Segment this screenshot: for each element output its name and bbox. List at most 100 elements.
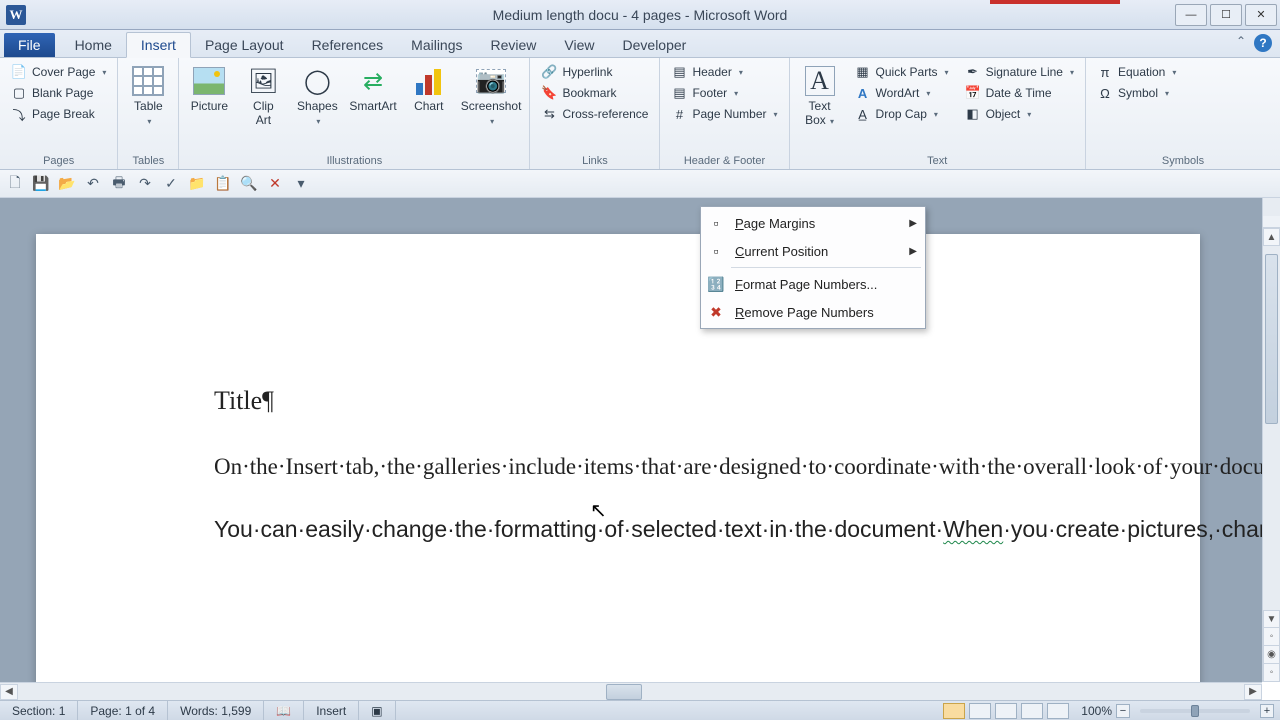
smartart-button[interactable]: ⇄SmartArt [349, 62, 396, 114]
status-page[interactable]: Page: 1 of 4 [78, 701, 168, 720]
page-break-button[interactable]: ⤵Page Break [8, 104, 109, 124]
scroll-up-button[interactable]: ▲ [1263, 228, 1280, 246]
scroll-down-button[interactable]: ▼ [1263, 610, 1280, 628]
horizontal-scrollbar[interactable]: ◀ ▶ [0, 682, 1262, 700]
open-icon[interactable]: 📂 [58, 175, 76, 193]
document-paragraph[interactable]: You·can·easily·change·the·formatting·of·… [214, 512, 1030, 547]
vertical-scrollbar[interactable]: ▲ ▼ ◦ ◉ ◦ [1262, 198, 1280, 682]
grammar-error[interactable]: When [943, 516, 1003, 542]
save-icon[interactable]: 💾 [32, 175, 50, 193]
zoom-in-button[interactable]: + [1260, 704, 1274, 718]
tab-references[interactable]: References [298, 33, 398, 57]
menu-current-position[interactable]: ▫Current Position▶ [701, 237, 925, 265]
scroll-left-button[interactable]: ◀ [0, 684, 18, 700]
hyperlink-button[interactable]: 🔗Hyperlink [538, 62, 651, 82]
equation-button[interactable]: πEquation▾ [1094, 62, 1179, 82]
wordart-button[interactable]: AWordArt▾ [852, 83, 952, 103]
menu-format-page-numbers[interactable]: 🔢Format Page Numbers... [701, 270, 925, 298]
group-label-illustrations: Illustrations [187, 153, 521, 167]
folder-icon[interactable]: 📁 [188, 175, 206, 193]
delete-icon[interactable]: ✕ [266, 175, 284, 193]
status-section[interactable]: Section: 1 [0, 701, 78, 720]
maximize-button[interactable]: ☐ [1210, 4, 1242, 26]
chart-button[interactable]: Chart [407, 62, 451, 114]
object-button[interactable]: ◧Object▾ [962, 104, 1077, 124]
signature-line-button[interactable]: ✒Signature Line▾ [962, 62, 1077, 82]
cover-page-button[interactable]: 📄Cover Page▾ [8, 62, 109, 82]
undo-icon[interactable]: ↶ [84, 175, 102, 193]
hscroll-track[interactable] [18, 684, 1244, 700]
page-number-button[interactable]: #Page Number▾ [668, 104, 780, 124]
minimize-button[interactable]: — [1175, 4, 1207, 26]
text-box-icon: A [803, 64, 837, 98]
spellcheck-icon[interactable]: ✓ [162, 175, 180, 193]
document-title-text[interactable]: Title¶ [214, 386, 1030, 416]
shapes-button[interactable]: ◯Shapes▾ [295, 62, 339, 128]
menu-page-margins[interactable]: ▫Page Margins▶ [701, 209, 925, 237]
drop-cap-button[interactable]: A̲Drop Cap▾ [852, 104, 952, 124]
tab-view[interactable]: View [550, 33, 608, 57]
next-page-button[interactable]: ◦ [1263, 664, 1280, 682]
clip-art-button[interactable]: 🖼Clip Art [241, 62, 285, 128]
page-canvas[interactable]: Title¶ On·the·Insert·tab,·the·galleries·… [36, 234, 1200, 682]
tab-page-layout[interactable]: Page Layout [191, 33, 298, 57]
print-icon[interactable]: 🖶 [110, 175, 128, 193]
view-web-layout-button[interactable] [995, 703, 1017, 719]
group-illustrations: Picture 🖼Clip Art ◯Shapes▾ ⇄SmartArt Cha… [179, 58, 530, 169]
picture-button[interactable]: Picture [187, 62, 231, 114]
paste-icon[interactable]: 📋 [214, 175, 232, 193]
zoom-out-button[interactable]: − [1116, 704, 1130, 718]
document-paragraph[interactable]: On·the·Insert·tab,·the·galleries·include… [214, 450, 1030, 484]
cross-reference-button[interactable]: ⇆Cross-reference [538, 104, 651, 124]
table-icon [131, 64, 165, 98]
status-mode[interactable]: Insert [304, 701, 359, 720]
tab-review[interactable]: Review [477, 33, 551, 57]
browse-object-button[interactable]: ◉ [1263, 646, 1280, 664]
find-icon[interactable]: 🔍 [240, 175, 258, 193]
table-button[interactable]: Table▾ [126, 62, 170, 128]
quick-parts-button[interactable]: ▦Quick Parts▾ [852, 62, 952, 82]
split-handle[interactable] [1263, 216, 1280, 228]
bookmark-button[interactable]: 🔖Bookmark [538, 83, 651, 103]
object-icon: ◧ [965, 106, 981, 122]
scroll-right-button[interactable]: ▶ [1244, 684, 1262, 700]
view-draft-button[interactable] [1047, 703, 1069, 719]
tab-developer[interactable]: Developer [609, 33, 701, 57]
date-time-button[interactable]: 📅Date & Time [962, 83, 1077, 103]
equation-icon: π [1097, 64, 1113, 80]
scroll-thumb[interactable] [1265, 254, 1278, 424]
new-doc-icon[interactable]: 🗋 [6, 175, 24, 193]
redo-icon[interactable]: ↷ [136, 175, 154, 193]
menu-remove-page-numbers[interactable]: ✖Remove Page Numbers [701, 298, 925, 326]
status-spell-icon[interactable]: 📖 [264, 701, 304, 720]
zoom-slider[interactable] [1140, 709, 1250, 713]
status-words[interactable]: Words: 1,599 [168, 701, 264, 720]
footer-button[interactable]: ▤Footer▾ [668, 83, 780, 103]
close-button[interactable]: ✕ [1245, 4, 1277, 26]
hscroll-thumb[interactable] [606, 684, 642, 700]
group-tables: Table▾ Tables [118, 58, 179, 169]
customize-qat-icon[interactable]: ▾ [292, 175, 310, 193]
current-position-icon: ▫ [707, 243, 725, 259]
document-area[interactable]: Title¶ On·the·Insert·tab,·the·galleries·… [0, 198, 1262, 682]
minimize-ribbon-icon[interactable]: ⌃ [1236, 34, 1246, 52]
app-icon[interactable]: W [6, 5, 26, 25]
tab-insert[interactable]: Insert [126, 32, 191, 58]
view-print-layout-button[interactable] [943, 703, 965, 719]
prev-page-button[interactable]: ◦ [1263, 628, 1280, 646]
header-button[interactable]: ▤Header▾ [668, 62, 780, 82]
help-icon[interactable]: ? [1254, 34, 1272, 52]
screenshot-button[interactable]: 📷Screenshot▾ [461, 62, 522, 128]
tab-mailings[interactable]: Mailings [397, 33, 476, 57]
status-macro-icon[interactable]: ▣ [359, 701, 395, 720]
blank-page-button[interactable]: ▢Blank Page [8, 83, 109, 103]
view-full-screen-button[interactable] [969, 703, 991, 719]
symbol-button[interactable]: ΩSymbol▾ [1094, 83, 1179, 103]
bookmark-icon: 🔖 [541, 85, 557, 101]
text-box-button[interactable]: AText Box ▾ [798, 62, 842, 128]
view-outline-button[interactable] [1021, 703, 1043, 719]
zoom-slider-thumb[interactable] [1191, 705, 1199, 717]
zoom-level[interactable]: 100% [1081, 704, 1112, 718]
tab-home[interactable]: Home [61, 33, 126, 57]
tab-file[interactable]: File [4, 33, 55, 57]
